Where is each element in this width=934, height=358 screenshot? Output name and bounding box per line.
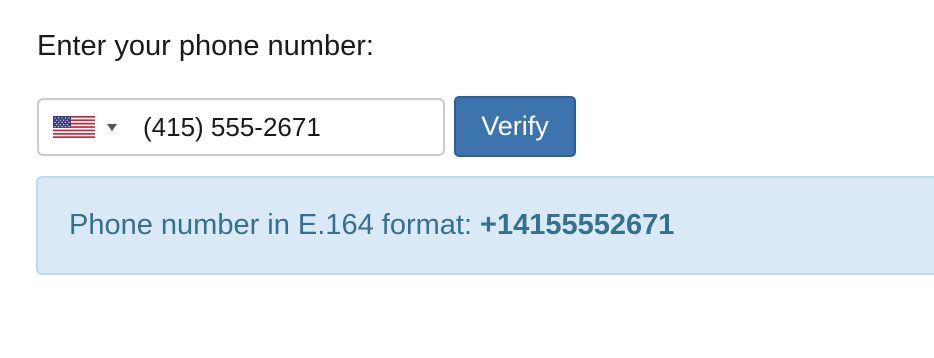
e164-result-label: Phone number in E.164 format:: [69, 209, 473, 241]
verify-button[interactable]: Verify: [454, 95, 576, 157]
phone-prompt-label: Enter your phone number:: [37, 30, 374, 62]
phone-number-input[interactable]: [143, 100, 433, 154]
country-selector[interactable]: [53, 100, 133, 154]
us-flag-icon: [53, 116, 95, 138]
phone-input-row: Verify: [37, 95, 576, 157]
e164-result-value: +14155552671: [480, 209, 675, 241]
e164-result-alert: Phone number in E.164 format: +141555526…: [36, 176, 934, 275]
phone-field: [37, 98, 445, 156]
page: Enter your phone number: (415) 555-2671 …: [0, 0, 934, 358]
caret-down-icon: [107, 123, 117, 131]
